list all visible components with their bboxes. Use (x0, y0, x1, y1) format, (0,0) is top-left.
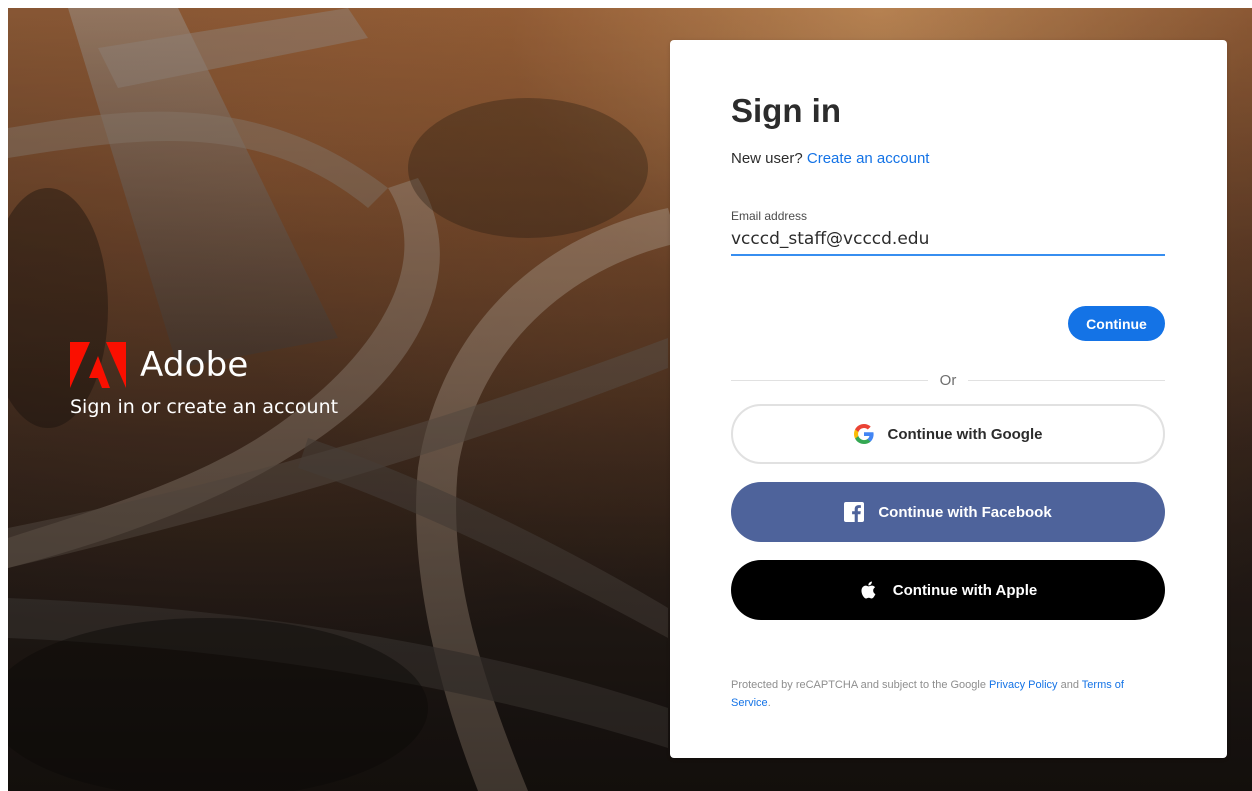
continue-button[interactable]: Continue (1068, 306, 1165, 341)
signin-card: Sign in New user? Create an account Emai… (670, 40, 1227, 758)
brand-tagline: Sign in or create an account (70, 396, 339, 418)
google-icon (853, 424, 874, 444)
page-title: Sign in (731, 92, 841, 129)
brand-row: Adobe (70, 342, 338, 388)
legal-and: and (1060, 679, 1079, 691)
legal-prefix: Protected by reCAPTCHA and subject to th… (731, 679, 986, 691)
email-field[interactable] (731, 224, 1165, 256)
or-text: Or (939, 371, 957, 389)
page: Adobe Sign in or create an account Sign … (0, 0, 1252, 791)
divider-line-right (968, 379, 1166, 381)
facebook-button-label: Continue with Facebook (878, 503, 1052, 521)
facebook-signin-button[interactable]: Continue with Facebook (731, 482, 1165, 542)
email-label: Email address (731, 209, 808, 223)
new-user-prompt: New user? (731, 150, 803, 167)
adobe-logo-icon (70, 342, 126, 388)
privacy-policy-link[interactable]: Privacy Policy (989, 679, 1057, 691)
facebook-icon (844, 502, 865, 522)
legal-suffix: . (767, 697, 771, 709)
brand-block: Adobe Sign in or create an account (70, 342, 338, 418)
apple-signin-button[interactable]: Continue with Apple (731, 560, 1165, 620)
new-user-row: New user? Create an account (731, 150, 929, 167)
divider-line-left (731, 379, 928, 381)
google-signin-button[interactable]: Continue with Google (731, 404, 1165, 464)
brand-name: Adobe (140, 345, 249, 385)
apple-icon (861, 581, 876, 599)
create-account-link[interactable]: Create an account (807, 150, 930, 167)
legal-notice: Protected by reCAPTCHA and subject to th… (731, 676, 1165, 712)
or-divider: Or (731, 370, 1166, 390)
google-button-label: Continue with Google (887, 425, 1043, 443)
apple-button-label: Continue with Apple (892, 581, 1038, 599)
